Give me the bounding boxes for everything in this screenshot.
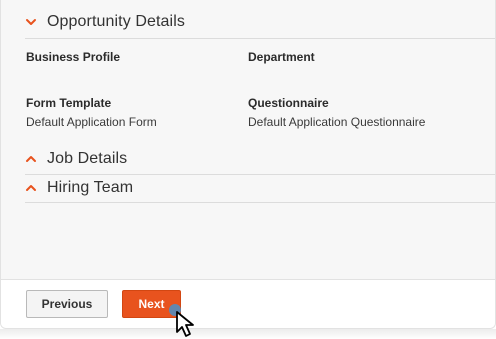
field-label: Business Profile: [26, 50, 121, 64]
card-shadow: [0, 329, 496, 339]
chevron-up-icon: [25, 153, 37, 165]
section-title: Opportunity Details: [47, 13, 185, 30]
chevron-up-icon: [25, 182, 37, 194]
field-label: Department: [248, 50, 315, 64]
form-card: Opportunity Details Business Profile Dep…: [0, 0, 496, 329]
section-title: Hiring Team: [47, 179, 134, 196]
chevron-down-icon: [25, 16, 37, 28]
mouse-pointer-icon: [169, 304, 194, 337]
section-header-hiring-team[interactable]: Hiring Team: [25, 174, 495, 203]
field-label: Form Template: [26, 96, 112, 110]
section-header-job-details[interactable]: Job Details: [25, 144, 495, 175]
field-department: Department: [248, 50, 315, 69]
field-value: Default Application Form: [26, 115, 157, 129]
field-business-profile: Business Profile: [26, 50, 120, 69]
field-form-template: Form Template Default Application Form: [26, 96, 157, 129]
section-title: Job Details: [47, 150, 128, 167]
previous-button[interactable]: Previous: [26, 290, 108, 318]
section-header-opportunity-details[interactable]: Opportunity Details: [25, 6, 495, 39]
field-label: Questionnaire: [248, 96, 329, 110]
form-footer: Previous Next: [1, 279, 495, 328]
field-questionnaire: Questionnaire Default Application Questi…: [248, 96, 425, 129]
field-value: Default Application Questionnaire: [248, 115, 426, 129]
